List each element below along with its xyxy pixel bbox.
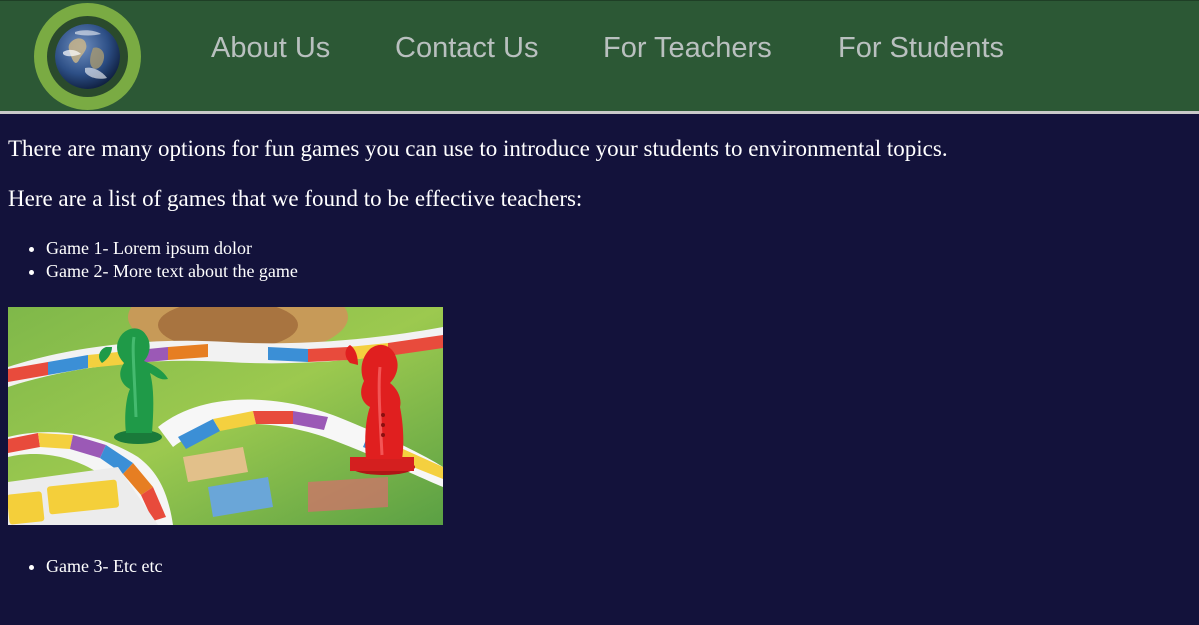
intro-paragraph: There are many options for fun games you… — [8, 136, 948, 161]
logo-link[interactable] — [34, 3, 141, 110]
site-header: About Us Contact Us For Teachers For Stu… — [0, 0, 1199, 111]
nav-for-teachers[interactable]: For Teachers — [603, 30, 772, 66]
list-item: Game 2- More text about the game — [46, 260, 298, 283]
logo-ring — [47, 16, 128, 97]
nav-contact-us[interactable]: Contact Us — [395, 30, 538, 66]
games-list: Game 1- Lorem ipsum dolor Game 2- More t… — [0, 237, 298, 283]
earth-globe-icon — [55, 24, 120, 89]
nav-about-us[interactable]: About Us — [211, 30, 330, 66]
games-list-continued: Game 3- Etc etc — [0, 555, 162, 578]
header-divider — [0, 111, 1199, 114]
games-lead-paragraph: Here are a list of games that we found t… — [8, 186, 583, 211]
nav-for-students[interactable]: For Students — [838, 30, 1004, 66]
list-item: Game 3- Etc etc — [46, 555, 162, 578]
list-item: Game 1- Lorem ipsum dolor — [46, 237, 298, 260]
board-game-image — [8, 307, 443, 525]
